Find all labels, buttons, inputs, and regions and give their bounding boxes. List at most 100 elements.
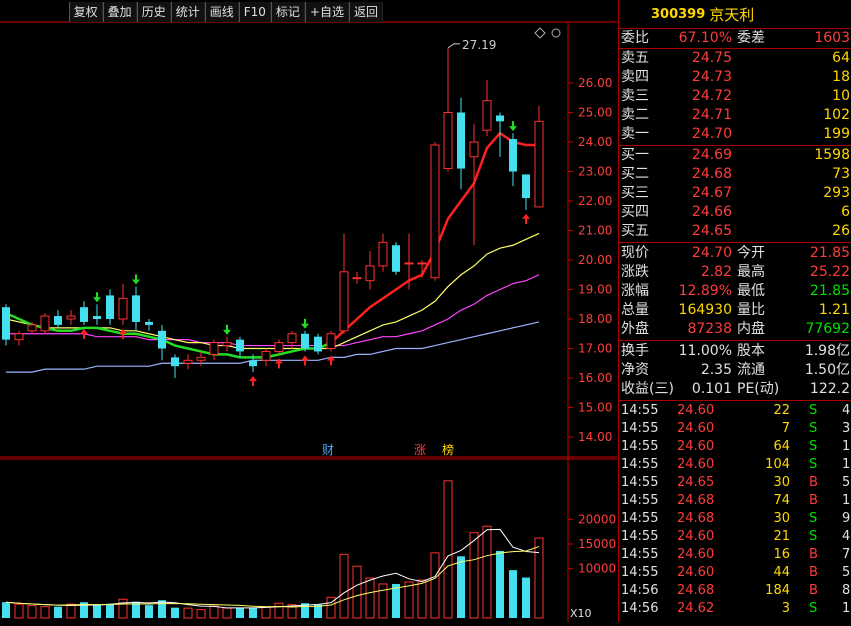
tick-price: 24.60	[677, 547, 715, 562]
tick-count: 8	[842, 583, 851, 598]
tick-count: 1	[842, 601, 851, 616]
tick-side: B	[809, 565, 818, 580]
toolbar-button-8[interactable]: 返回	[348, 2, 383, 22]
separator	[619, 400, 851, 401]
candle-body-down	[132, 295, 140, 322]
quote-row: 现价 24.70 今开 21.85	[619, 244, 851, 262]
kline-chart-area[interactable]: 26.00 25.00 24.00 23.00 22.00 21.00 20.00 19.00…	[0, 0, 617, 622]
tick-price: 24.68	[677, 583, 715, 598]
candle-body-down	[314, 336, 322, 352]
tick-volume: 44	[773, 565, 790, 580]
candle-body-up	[482, 100, 492, 131]
tick-volume: 74	[773, 493, 790, 508]
candle-body-up	[183, 359, 193, 364]
toolbar-button-0[interactable]: 复权	[68, 2, 103, 22]
tick-row: 14:55 24.60 22 S 4	[619, 402, 851, 420]
tick-volume: 22	[773, 403, 790, 418]
toolbar-button-2[interactable]: 历史	[136, 2, 171, 22]
quote-label: 涨跌	[621, 264, 649, 280]
price-tick-label: 20.00	[578, 253, 612, 267]
candle-body-down	[457, 112, 465, 169]
candle-body-up	[365, 265, 375, 282]
quote-label: 内盘	[737, 321, 765, 337]
stock-header: 300399 京天利	[619, 0, 851, 29]
quote-label: 涨幅	[621, 283, 649, 299]
price-tick-label: 18.00	[578, 312, 612, 326]
candle-body-up	[222, 342, 232, 347]
stats-value: 2.35	[700, 362, 732, 378]
tick-volume: 16	[773, 547, 790, 562]
kline-chart[interactable]: 26.00 25.00 24.00 23.00 22.00 21.00 20.00 19.00…	[0, 0, 617, 622]
ask-volume: 18	[832, 69, 850, 85]
stats-row: 净资 2.35 流通 1.50亿	[619, 361, 851, 379]
tick-price: 24.60	[677, 421, 715, 436]
tick-count: 15	[842, 457, 851, 472]
volume-bar-up	[66, 603, 76, 619]
toolbar-button-5[interactable]: F10	[238, 2, 271, 22]
ma60-line	[6, 321, 540, 373]
toolbar-button-3[interactable]: 统计	[170, 2, 205, 22]
tick-time: 14:55	[621, 565, 659, 580]
tick-count: 4	[842, 403, 851, 418]
tick-volume: 30	[773, 511, 790, 526]
tick-side: S	[809, 421, 818, 436]
bid-volume: 26	[832, 223, 850, 239]
tick-count: 4	[842, 529, 851, 544]
quote-value: 2.82	[700, 264, 732, 280]
max-price-label: 27.19	[462, 38, 496, 52]
tick-time: 14:56	[621, 601, 659, 616]
candle-body-down	[54, 316, 62, 325]
tick-row: 14:55 24.60 104 S 15	[619, 456, 851, 474]
candle-body-down	[522, 174, 530, 199]
order-ratio-value: 67.10%	[678, 30, 732, 46]
tick-count: 7	[842, 547, 851, 562]
tick-side: B	[809, 493, 818, 508]
volume-bar-up	[183, 607, 193, 619]
tick-count: 5	[842, 565, 851, 580]
circle-icon	[551, 28, 561, 38]
stats-row: 收益(三) 0.101 PE(动) 122.2	[619, 380, 851, 398]
toolbar-button-4[interactable]: 画线	[204, 2, 239, 22]
order-diff-label: 委差	[737, 30, 765, 46]
stats-label: 流通	[737, 362, 765, 378]
candle-body-down	[158, 330, 166, 349]
tick-row: 14:55 24.60 7 S 3	[619, 420, 851, 438]
volume-bar-down	[522, 577, 530, 618]
candle-body-up	[40, 315, 50, 332]
toolbar-button-6[interactable]: 标记	[270, 2, 305, 22]
volume-bar-up	[430, 552, 440, 619]
volume-bar-up	[417, 579, 427, 619]
bid-volume: 293	[823, 185, 850, 201]
quote-panel: 300399 京天利 委比 67.10% 委差 1603 卖五 24.75 64 卖四 24.7…	[618, 0, 851, 622]
ask-price: 24.70	[691, 126, 732, 142]
stats-value: 1.50亿	[804, 362, 850, 378]
quote-row: 总量 164930 量比 1.21	[619, 301, 851, 319]
ma10-line	[5, 232, 540, 350]
tick-price: 24.60	[677, 457, 715, 472]
quote-label: 总量	[621, 302, 649, 318]
bid-volume: 6	[841, 204, 850, 220]
quote-label: 最低	[737, 283, 765, 299]
bid-row: 买四 24.66 6	[619, 203, 851, 221]
stats-label: 净资	[621, 362, 649, 378]
sell-arrow-icon	[93, 292, 101, 303]
toolbar-button-1[interactable]: 叠加	[102, 2, 137, 22]
tick-time: 14:55	[621, 439, 659, 454]
volume-bar-down	[93, 605, 101, 618]
candle-body-down	[145, 321, 153, 325]
quote-label: 外盘	[621, 321, 649, 337]
sell-arrow-icon	[301, 318, 309, 329]
quote-value: 21.85	[809, 283, 850, 299]
volume-bar-up	[196, 609, 206, 619]
candle-body-down	[249, 360, 257, 367]
tick-time: 14:55	[621, 511, 659, 526]
volume-bar-down	[457, 556, 465, 618]
quote-value: 1.21	[818, 302, 850, 318]
quote-value: 21.85	[809, 245, 850, 261]
volume-bar-down	[54, 606, 62, 618]
tick-row: 14:55 24.60 64 S 11	[619, 438, 851, 456]
toolbar-button-7[interactable]: +自选	[304, 2, 349, 22]
tick-row: 14:56 24.62 3 S 1	[619, 600, 851, 618]
candle-body-up	[430, 144, 440, 279]
order-ratio-row: 委比 67.10% 委差 1603	[619, 29, 851, 47]
